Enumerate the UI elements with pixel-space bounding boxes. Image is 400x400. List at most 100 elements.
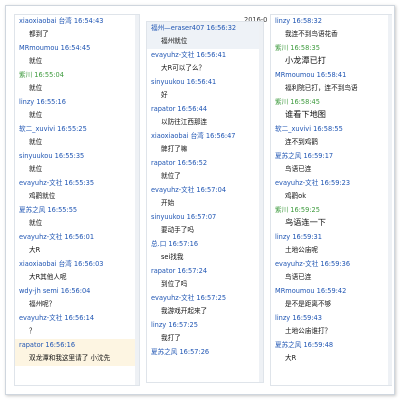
message-header: 夏苏之风 16:59:17 <box>275 152 333 161</box>
message-sender[interactable]: 紫川 <box>275 44 288 52</box>
message-text: 是不是距离不够 <box>285 300 332 308</box>
message-time: 16:56:04 <box>60 287 91 295</box>
message-text: 就位 <box>29 165 43 173</box>
message-sender[interactable]: linzy <box>151 321 166 329</box>
chat-message: sinyuukou 16:57:07 要动手了吗 <box>147 211 259 238</box>
message-header: MRmoumou 16:59:42 <box>275 287 346 296</box>
chat-message: 紫川 16:55:04 就位 <box>15 69 135 96</box>
chat-message: 夏苏之风 16:55:55 就位 <box>15 204 135 231</box>
message-sender[interactable]: evayuhz-文社 <box>275 179 318 187</box>
chat-message: rapator 16:56:52 就位了 <box>147 157 259 184</box>
message-sender[interactable]: evayuhz-文社 <box>151 294 194 302</box>
message-sender[interactable]: xiaoxiaobai 台湾 <box>19 260 72 268</box>
message-time: 16:56:44 <box>177 105 208 113</box>
message-header: sinyuukou 16:55:35 <box>19 152 84 161</box>
message-header: linzy 16:55:16 <box>19 98 66 107</box>
message-sender[interactable]: 夏苏之风 <box>275 152 301 160</box>
chat-message: evayuhz-文社 16:57:25 我游戏开起来了 <box>147 292 259 319</box>
message-sender[interactable]: sinyuukou <box>151 213 185 221</box>
message-sender[interactable]: 总.口 <box>151 240 166 248</box>
message-sender[interactable]: evayuhz-文社 <box>19 314 62 322</box>
message-sender[interactable]: xiaoxiaobai 台湾 <box>19 17 72 25</box>
message-text: sei找我 <box>161 253 184 261</box>
chat-message: linzy 16:57:25 我打了 <box>147 319 259 346</box>
message-sender[interactable]: 夏苏之风 <box>19 206 45 214</box>
message-header: sinyuukou 16:57:07 <box>151 213 216 222</box>
message-text: 大R <box>29 246 41 254</box>
message-header: xiaoxiaobai 台湾 16:54:43 <box>19 17 104 26</box>
message-sender[interactable]: 紫川 <box>275 206 288 214</box>
chat-message: 夏苏之风 16:57:26 <box>147 346 259 373</box>
message-sender[interactable]: MRmoumou <box>275 287 315 295</box>
message-sender[interactable]: 福州—eraser407 <box>151 24 204 32</box>
chat-message: 软二_xuvivi 16:58:55 连不到鸡鹳 <box>271 123 388 150</box>
message-header: 夏苏之风 16:59:48 <box>275 341 333 350</box>
message-text: 开始 <box>161 199 175 207</box>
message-sender[interactable]: linzy <box>19 98 34 106</box>
message-text: 鸡鹳就位 <box>29 192 56 200</box>
message-sender[interactable]: 紫川 <box>19 71 32 79</box>
message-time: 16:58:45 <box>290 98 320 106</box>
message-header: 紫川 16:59:25 <box>275 206 320 215</box>
message-sender[interactable]: 夏苏之风 <box>275 341 301 349</box>
message-sender[interactable]: 软二_xuvivi <box>19 125 55 133</box>
message-time: 16:56:03 <box>73 260 104 268</box>
message-time: 16:59:23 <box>320 179 351 187</box>
message-sender[interactable]: 软二_xuvivi <box>275 125 311 133</box>
message-time: 16:55:35 <box>64 179 95 187</box>
message-sender[interactable]: MRmoumou <box>275 71 315 79</box>
message-time: 16:59:36 <box>320 260 351 268</box>
scrollbar-1[interactable] <box>135 15 139 385</box>
message-text: 鸟语已连 <box>285 165 312 173</box>
message-time: 16:58:55 <box>313 125 343 133</box>
message-sender[interactable]: 紫川 <box>275 98 288 106</box>
message-header: evayuhz-文社 16:56:01 <box>19 233 94 242</box>
message-sender[interactable]: sinyuukou <box>151 78 185 86</box>
message-text: 就位 <box>29 138 43 146</box>
chat-log-screenshot: 2016-0 xiaoxiaobai 台湾 16:54:43 都到了 MRmoumo… <box>5 5 395 395</box>
message-sender[interactable]: linzy <box>275 314 290 322</box>
message-text: 我连不到鸟语花香 <box>285 30 338 38</box>
chat-message: MRmoumou 16:59:42 是不是距离不够 <box>271 285 388 312</box>
message-header: sinyuukou 16:56:41 <box>151 78 216 87</box>
message-text: 就位 <box>29 219 43 227</box>
message-sender[interactable]: sinyuukou <box>19 152 53 160</box>
chat-message: wdy-jh semi 16:56:04 福州呢？ <box>15 285 135 312</box>
message-time: 16:55:55 <box>47 206 78 214</box>
message-sender[interactable]: xiaoxiaobai 台湾 <box>151 132 204 140</box>
message-sender[interactable]: rapator <box>151 105 175 113</box>
message-sender[interactable]: MRmoumou <box>19 44 59 52</box>
message-header: evayuhz-文社 16:59:36 <box>275 260 350 269</box>
message-time: 16:59:43 <box>292 314 322 322</box>
message-sender[interactable]: evayuhz-文社 <box>19 179 62 187</box>
message-text: 就位 <box>29 111 43 119</box>
message-sender[interactable]: rapator <box>151 159 175 167</box>
chat-message: evayuhz-文社 16:56:14 ？ <box>15 312 135 339</box>
message-sender[interactable]: 夏苏之风 <box>151 348 177 356</box>
message-text: 小龙潭已打 <box>285 55 326 65</box>
message-sender[interactable]: evayuhz-文社 <box>275 260 318 268</box>
message-sender[interactable]: wdy-jh semi <box>19 287 59 295</box>
message-sender[interactable]: rapator <box>151 267 175 275</box>
message-sender[interactable]: linzy <box>275 17 290 25</box>
message-sender[interactable]: linzy <box>275 233 290 241</box>
chat-message: 福州—eraser407 16:56:32 福州就位 <box>147 22 259 49</box>
message-time: 16:59:17 <box>303 152 334 160</box>
message-time: 16:59:42 <box>316 287 347 295</box>
message-sender[interactable]: evayuhz-文社 <box>151 51 194 59</box>
message-text: 我打了 <box>161 334 181 342</box>
chat-message: linzy 16:59:31 土地公庙呢 <box>271 231 388 258</box>
chat-message: xiaoxiaobai 台湾 16:56:47 髀打了嘛 <box>147 130 259 157</box>
message-sender[interactable]: evayuhz-文社 <box>151 186 194 194</box>
chat-message: 紫川 16:58:45 谁看下地图 <box>271 96 388 123</box>
scrollbar-2[interactable] <box>259 22 263 382</box>
chat-message: linzy 16:58:32 我连不到鸟语花香 <box>271 15 388 42</box>
scrollbar-3[interactable] <box>388 15 392 385</box>
message-time: 16:59:25 <box>290 206 320 214</box>
message-text: 到位了吗 <box>161 280 188 288</box>
message-time: 16:55:16 <box>36 98 66 106</box>
message-sender[interactable]: rapator <box>19 341 43 349</box>
message-header: wdy-jh semi 16:56:04 <box>19 287 90 296</box>
message-sender[interactable]: evayuhz-文社 <box>19 233 62 241</box>
chat-message: xiaoxiaobai 台湾 16:54:43 都到了 <box>15 15 135 42</box>
